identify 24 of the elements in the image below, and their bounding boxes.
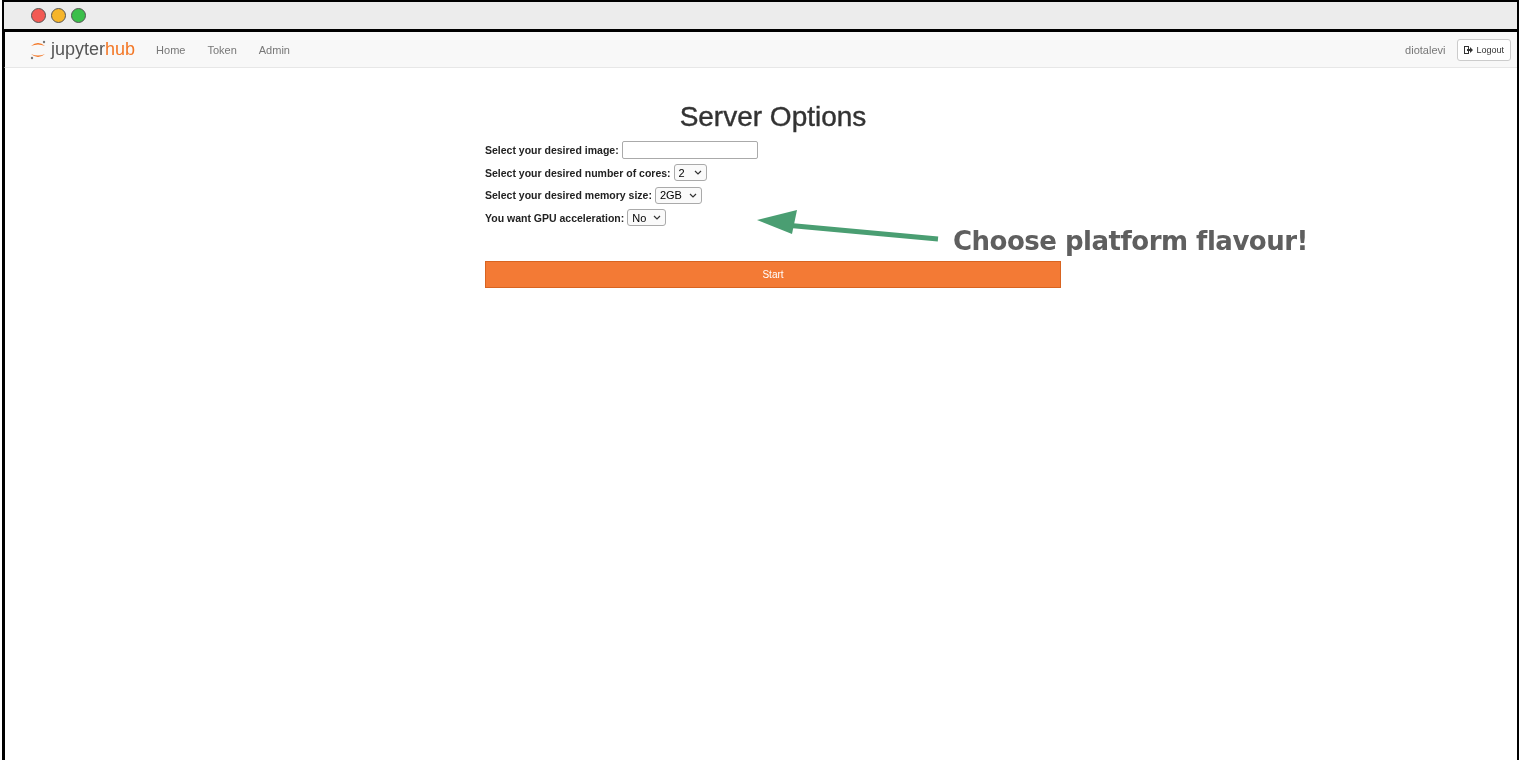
jupyterhub-logo[interactable]: jupyterhub: [51, 39, 136, 60]
username: diotalevi: [1405, 43, 1446, 56]
page-title: Server Options: [678, 101, 868, 133]
dropdown[interactable]: 2GB: [654, 186, 702, 204]
close-icon[interactable]: [31, 8, 46, 23]
nav-link[interactable]: Home: [156, 43, 186, 56]
dropdown[interactable]: No: [627, 209, 667, 227]
minimize-icon[interactable]: [51, 8, 66, 23]
dropdown[interactable]: 2: [673, 164, 707, 182]
logout-icon: [1464, 45, 1474, 54]
nav-link[interactable]: Token: [207, 43, 237, 56]
maximize-icon[interactable]: [71, 8, 86, 23]
chevron-icon: [653, 215, 662, 221]
chevron-icon: [688, 192, 697, 198]
field-label: You want GPU acceleration:: [485, 211, 625, 224]
field-label: Select your desired memory size:: [485, 189, 652, 202]
chevron-icon: [693, 170, 702, 176]
jupyter-logo-icon[interactable]: [29, 38, 47, 61]
field-label: Select your desired image:: [485, 144, 619, 157]
nav-link[interactable]: Admin: [258, 43, 290, 56]
logout-button[interactable]: Logout: [1457, 38, 1511, 61]
annotation-text: Choose platform flavour!: [953, 226, 1308, 256]
field-label: Select your desired number of cores:: [485, 166, 671, 179]
image-input-field[interactable]: [621, 141, 758, 160]
